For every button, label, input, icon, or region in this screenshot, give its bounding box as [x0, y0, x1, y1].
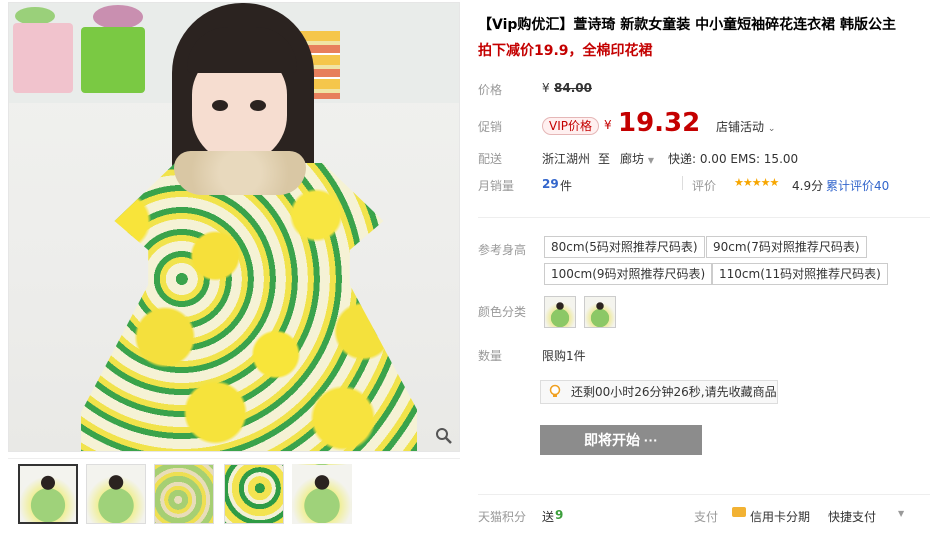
credit-card-icon: [732, 507, 746, 517]
credit-installment[interactable]: 信用卡分期: [750, 508, 810, 525]
monthly-sales-unit: 件: [560, 179, 573, 193]
monthly-sales-label: 月销量: [478, 179, 515, 193]
rating-label: 评价: [692, 179, 717, 193]
color-label: 颜色分类: [478, 305, 527, 319]
main-product-image[interactable]: [8, 2, 460, 452]
original-currency: ¥: [542, 81, 550, 95]
flower-pot: [81, 27, 145, 93]
product-subtitle: 拍下减价19.9，全棉印花裙: [478, 43, 653, 59]
lace-collar: [174, 151, 306, 195]
original-price: 84.00: [554, 81, 592, 95]
chevron-down-icon: ⌄: [767, 124, 776, 134]
thumbnail-4[interactable]: [224, 464, 284, 524]
thumbnail-5[interactable]: [292, 464, 352, 524]
payment-label: 支付: [694, 510, 719, 524]
points-value: 9: [555, 508, 564, 522]
original-price-label: 价格: [478, 83, 503, 97]
height-label: 参考身高: [478, 243, 527, 257]
size-option-110[interactable]: 110cm(11码对照推荐尺码表): [712, 263, 888, 285]
vip-price-badge: VIP价格: [542, 117, 599, 135]
floral-dress: [81, 163, 417, 451]
model-eye: [212, 100, 228, 111]
thumbnail-3[interactable]: [154, 464, 214, 524]
countdown-text: 还剩00小时26分钟26秒,请先收藏商品: [571, 385, 777, 399]
color-option-2[interactable]: [584, 296, 616, 328]
triangle-down-icon[interactable]: ▼: [898, 509, 904, 518]
product-info-panel: 【Vip购优汇】萱诗琦 新款女童装 中小童短袖碎花连衣裙 韩版公主 拍下减价19…: [478, 0, 930, 536]
shipping-from: 浙江湖州: [542, 152, 591, 166]
footer-bar: 天猫积分 送 9 支付 信用卡分期 快捷支付 ▼: [478, 494, 930, 532]
shipping-destination-select[interactable]: 廊坊 ▼: [620, 150, 654, 167]
rating-score: 4.9分: [792, 179, 824, 193]
thumbnail-1[interactable]: [18, 464, 78, 524]
thumbnail-strip: [8, 458, 460, 528]
model-eye: [250, 100, 266, 111]
quick-pay[interactable]: 快捷支付: [828, 508, 876, 525]
promo-label: 促销: [478, 120, 503, 134]
points-prefix: 送: [542, 510, 555, 524]
rating-stars: ★★★★★: [734, 176, 779, 189]
store-activity-label: 店铺活动: [716, 120, 765, 134]
points-label: 天猫积分: [478, 510, 527, 524]
thumbnail-2[interactable]: [86, 464, 146, 524]
divider: [682, 176, 683, 190]
store-activity-dropdown[interactable]: 店铺活动 ⌄: [716, 118, 775, 135]
coming-soon-button[interactable]: 即将开始 ···: [540, 425, 702, 455]
quantity-label: 数量: [478, 349, 503, 363]
zoom-icon[interactable]: [435, 427, 453, 445]
shipping-label: 配送: [478, 152, 503, 166]
color-option-1[interactable]: [544, 296, 576, 328]
promo-price: 19.32: [618, 108, 701, 138]
shipping-cost: 快递: 0.00 EMS: 15.00: [668, 152, 799, 166]
total-reviews-link[interactable]: 累计评价40: [826, 177, 889, 194]
monthly-sales-value: 29: [542, 177, 559, 191]
shipping-destination: 廊坊: [620, 152, 645, 166]
quantity-limit: 限购1件: [542, 349, 586, 363]
size-option-100[interactable]: 100cm(9码对照推荐尺码表): [544, 263, 713, 285]
shipping-to-word: 至: [598, 152, 611, 166]
countdown-notice: 还剩00小时26分钟26秒,请先收藏商品: [540, 380, 778, 404]
size-option-90[interactable]: 90cm(7码对照推荐尺码表): [706, 236, 867, 258]
lightbulb-icon: [549, 384, 561, 397]
price-box: 价格 ¥ 84.00 促销 VIP价格 ¥ 19.32 店铺活动 ⌄ 配送 浙江…: [478, 68, 930, 218]
size-option-80[interactable]: 80cm(5码对照推荐尺码表): [544, 236, 705, 258]
flower-pot: [13, 23, 73, 93]
flower-decoration: [93, 5, 143, 29]
promo-currency: ¥: [604, 118, 612, 132]
product-title: 【Vip购优汇】萱诗琦 新款女童装 中小童短袖碎花连衣裙 韩版公主: [478, 17, 897, 33]
triangle-down-icon: ▼: [647, 156, 654, 165]
